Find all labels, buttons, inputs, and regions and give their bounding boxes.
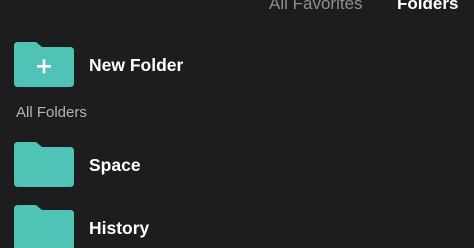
folder-icon [14, 204, 74, 248]
section-header-all-folders: All Folders [16, 104, 87, 121]
folder-label: Space [89, 155, 141, 175]
folder-icon [14, 141, 74, 187]
folder-row-space[interactable]: Space [0, 141, 474, 189]
new-folder-label: New Folder [89, 55, 184, 75]
new-folder-row[interactable]: New Folder [0, 41, 474, 89]
tab-all-favorites[interactable]: All Favorites [269, 0, 363, 14]
folder-label: History [89, 218, 150, 238]
folder-plus-icon [14, 41, 74, 87]
tab-folders[interactable]: Folders [397, 0, 458, 14]
tab-bar: All Favorites Folders [0, 0, 474, 14]
folder-row-history[interactable]: History [0, 204, 474, 248]
